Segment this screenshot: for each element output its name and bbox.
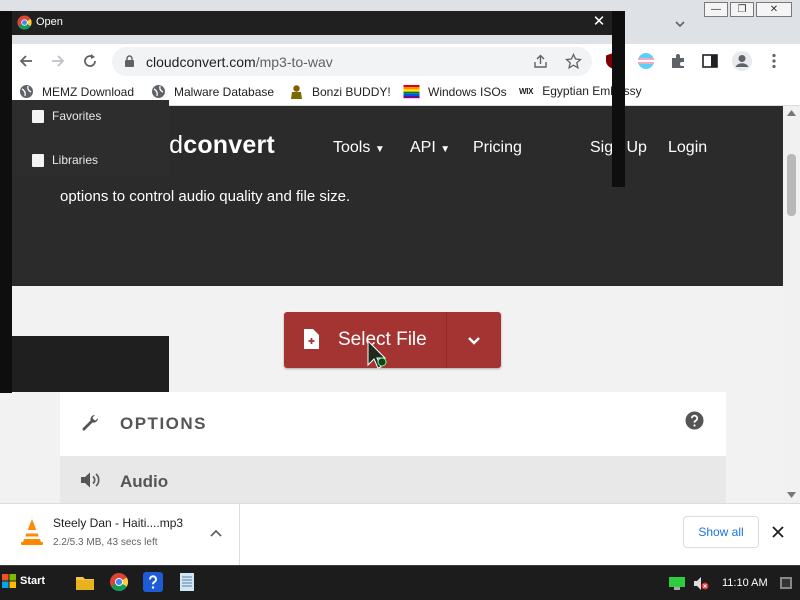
chrome-taskbar-icon[interactable] — [108, 571, 130, 593]
nav-label: Tools — [333, 139, 371, 156]
options-heading: OPTIONS — [120, 414, 208, 433]
start-button[interactable]: Start — [2, 570, 52, 592]
file-explorer-icon[interactable] — [74, 571, 96, 593]
nav-api[interactable]: API ▼ — [410, 139, 450, 157]
taskbar-clock[interactable]: 11:10 AM — [722, 577, 768, 589]
scroll-down-arrow-icon[interactable] — [787, 492, 796, 498]
profile-avatar-icon[interactable] — [731, 50, 753, 72]
rainbow-flag-icon — [403, 85, 420, 99]
nav-login[interactable]: Login — [668, 139, 707, 157]
document-icon — [32, 109, 44, 123]
taskbar: Start 11:10 AM — [0, 565, 800, 600]
reload-icon[interactable] — [81, 52, 99, 70]
download-item[interactable]: Steely Dan - Haiti....mp3 2.2/5.3 MB, 43… — [0, 504, 240, 566]
nav-tools[interactable]: Tools ▼ — [333, 139, 385, 157]
chrome-logo-icon — [17, 15, 32, 30]
audio-section-header[interactable]: Audio — [60, 456, 726, 503]
bonzi-icon — [291, 85, 302, 99]
nav-pane-label: Libraries — [52, 153, 99, 167]
volume-muted-icon[interactable] — [693, 576, 709, 591]
busy-cursor-icon — [367, 340, 387, 369]
globe-icon — [152, 85, 165, 98]
nav-label: API — [410, 139, 436, 156]
chevron-down-icon: ▼ — [440, 144, 451, 155]
nav-pane-libraries[interactable]: Libraries — [32, 153, 98, 167]
download-filename: Steely Dan - Haiti....mp3 — [53, 516, 184, 530]
close-window-button[interactable]: ✕ — [756, 2, 792, 17]
help-taskbar-icon[interactable] — [142, 571, 164, 593]
file-plus-icon — [304, 329, 319, 349]
brand-bold-text: convert — [183, 131, 275, 159]
bookmark-label: Bonzi BUDDY! — [312, 84, 391, 99]
dialog-frame-right — [612, 11, 625, 187]
forward-arrow-icon[interactable] — [49, 52, 67, 70]
start-label: Start — [20, 575, 46, 587]
select-file-button-group: Select File — [284, 312, 501, 368]
network-monitor-icon[interactable] — [669, 577, 685, 590]
bookmark-label: Windows ISOs — [428, 84, 507, 99]
url-domain: cloudconvert.com — [146, 54, 256, 70]
audio-heading: Audio — [120, 472, 169, 491]
wrench-icon — [82, 414, 99, 431]
extensions-puzzle-icon[interactable] — [669, 52, 687, 70]
document-icon — [32, 153, 44, 167]
bookmark-label: MEMZ Download — [42, 84, 135, 99]
dialog-navigation-pane: Favorites Libraries — [12, 100, 169, 176]
notepad-icon[interactable] — [176, 571, 198, 593]
menu-kebab-icon[interactable] — [765, 52, 783, 70]
vlc-cone-icon — [21, 519, 43, 545]
help-question-icon[interactable] — [685, 411, 704, 430]
scroll-up-arrow-icon[interactable] — [787, 110, 796, 116]
bookmark-malware-database[interactable]: Malware Database — [151, 84, 274, 99]
close-shelf-icon[interactable] — [772, 526, 784, 538]
back-arrow-icon[interactable] — [17, 52, 35, 70]
bookmark-bonzi-buddy[interactable]: Bonzi BUDDY! — [289, 84, 391, 99]
windows-logo-icon — [2, 574, 16, 588]
select-source-dropdown[interactable] — [447, 312, 501, 368]
chevron-up-icon[interactable] — [210, 529, 222, 537]
dialog-frame-left — [0, 11, 12, 393]
chevron-down-icon: ▼ — [374, 144, 385, 155]
show-all-downloads-button[interactable]: Show all — [683, 516, 759, 548]
bookmark-label: Malware Database — [174, 84, 275, 99]
bookmark-star-icon[interactable] — [565, 53, 582, 70]
nav-pane-label: Favorites — [52, 109, 102, 123]
side-panel-icon[interactable] — [701, 52, 719, 70]
lock-icon[interactable] — [124, 55, 135, 68]
download-shelf: Steely Dan - Haiti....mp3 2.2/5.3 MB, 43… — [0, 503, 800, 566]
browser-window: — ❐ ✕ cloudconvert.com/mp3-to-wav MEMZ D… — [0, 0, 800, 566]
select-file-button[interactable]: Select File — [284, 312, 446, 368]
maximize-button[interactable]: ❐ — [730, 2, 754, 17]
cloudconvert-logo[interactable]: udconvert — [155, 131, 275, 160]
bookmark-label: Egyptian Embassy — [542, 84, 642, 98]
url-text: cloudconvert.com/mp3-to-wav — [146, 54, 333, 70]
dialog-title: Open — [36, 16, 63, 28]
bookmark-windows-isos[interactable]: Windows ISOs — [403, 84, 507, 99]
open-dialog-titlebar[interactable]: Open ✕ — [12, 11, 612, 35]
show-desktop-icon[interactable] — [780, 577, 792, 589]
scrollbar-thumb[interactable] — [787, 154, 796, 216]
speaker-volume-icon — [81, 472, 100, 488]
share-icon[interactable] — [532, 53, 549, 70]
browser-toolbar: cloudconvert.com/mp3-to-wav — [0, 44, 800, 78]
download-progress-status: 2.2/5.3 MB, 43 secs left — [53, 537, 158, 548]
globe-icon — [20, 85, 33, 98]
url-path: /mp3-to-wav — [255, 54, 333, 70]
page-scrollbar[interactable] — [783, 106, 800, 503]
chevron-down-icon — [468, 337, 480, 345]
tab-search-chevron-icon[interactable] — [672, 16, 688, 32]
address-bar[interactable]: cloudconvert.com/mp3-to-wav — [112, 47, 592, 76]
dialog-close-button[interactable]: ✕ — [590, 13, 608, 31]
nav-pricing[interactable]: Pricing — [473, 139, 522, 157]
wix-icon: WIX — [519, 86, 534, 96]
options-panel: OPTIONS — [60, 392, 726, 456]
bookmark-memz-download[interactable]: MEMZ Download — [19, 84, 134, 99]
minimize-button[interactable]: — — [704, 2, 728, 17]
dialog-body-fragment — [12, 336, 169, 392]
nav-pane-favorites[interactable]: Favorites — [32, 109, 101, 123]
hero-description: options to control audio quality and fil… — [60, 188, 351, 205]
flag-extension-icon[interactable] — [637, 52, 655, 70]
